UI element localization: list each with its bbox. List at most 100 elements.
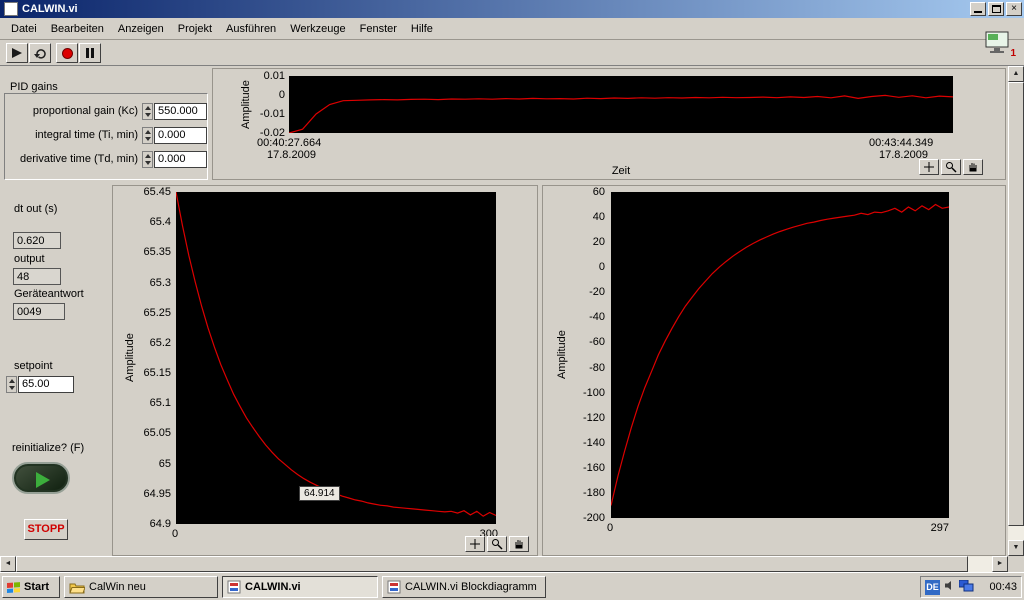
y-tick-label: -100 xyxy=(583,387,605,399)
pan-tool-button[interactable] xyxy=(963,159,983,175)
monitor-badge: 1 xyxy=(1010,48,1016,59)
pause-icon xyxy=(86,48,94,58)
graph-palette xyxy=(919,159,983,175)
strip-chart-plot[interactable] xyxy=(289,76,953,133)
windows-logo-icon xyxy=(7,581,21,593)
menu-anzeigen[interactable]: Anzeigen xyxy=(111,20,171,38)
y-tick-label: 64.95 xyxy=(143,488,171,500)
monitor-glyph xyxy=(984,31,1012,55)
crosshair-icon xyxy=(469,538,481,550)
minimize-button[interactable] xyxy=(970,2,986,16)
proportional-gain-spinner[interactable] xyxy=(142,103,153,120)
derivative-time-input[interactable]: 0.000 xyxy=(154,151,207,168)
abort-button[interactable] xyxy=(56,43,78,63)
scroll-up-button[interactable]: ▲ xyxy=(1008,66,1024,82)
reinitialize-label: reinitialize? (F) xyxy=(12,442,84,454)
y-axis-label: Amplitude xyxy=(239,76,253,133)
y-tick-label: 40 xyxy=(593,211,605,223)
output-label: output xyxy=(14,253,45,265)
volume-icon[interactable] xyxy=(944,580,955,594)
x-axis-start-timestamp: 00:40:27.664 17.8.2009 xyxy=(257,137,321,161)
y-tick-label: -20 xyxy=(589,286,605,298)
scroll-right-button[interactable]: ► xyxy=(992,556,1008,572)
labview-app-icon xyxy=(4,2,18,16)
scroll-down-button[interactable]: ▼ xyxy=(1008,540,1024,556)
y-tick-label: 0 xyxy=(279,89,285,101)
hand-icon xyxy=(967,161,979,173)
menu-projekt[interactable]: Projekt xyxy=(171,20,219,38)
device-answer-indicator: 0049 xyxy=(13,303,65,320)
run-button[interactable] xyxy=(6,43,28,63)
taskbar-item-calwin-vi[interactable]: CALWIN.vi xyxy=(222,576,378,598)
x-axis-label: Zeit xyxy=(289,165,953,177)
y-axis-ticks: 0.010-0.01-0.02 xyxy=(253,76,287,133)
y-axis-label: Amplitude xyxy=(123,192,137,524)
horizontal-scrollbar: ◄ ► xyxy=(0,556,1008,572)
front-panel: PID gains proportional gain (Kc) 550.000… xyxy=(0,66,1008,556)
proportional-gain-input[interactable]: 550.000 xyxy=(154,103,207,120)
integral-time-input[interactable]: 0.000 xyxy=(154,127,207,144)
vi-file-icon xyxy=(387,580,401,594)
monitor-indicator-icon[interactable]: 1 xyxy=(984,31,1018,59)
taskbar-item-calwin-neu[interactable]: CalWin neu xyxy=(64,576,218,598)
close-button[interactable]: × xyxy=(1006,2,1022,16)
process-value-plot[interactable] xyxy=(176,192,496,524)
setpoint-label: setpoint xyxy=(14,360,53,372)
device-response-graph-container: Amplitude 6040200-20-40-60-80-100-120-14… xyxy=(542,185,1006,556)
proportional-gain-label: proportional gain (Kc) xyxy=(5,103,138,120)
language-indicator[interactable]: DE xyxy=(925,580,940,595)
system-tray: DE 00:43 xyxy=(920,576,1022,598)
menu-werkzeuge[interactable]: Werkzeuge xyxy=(283,20,352,38)
y-tick-label: 65.35 xyxy=(143,246,171,258)
magnifier-icon xyxy=(945,161,957,173)
strip-chart-container: Amplitude 0.010-0.01-0.02 00:40:27.664 1… xyxy=(212,68,1006,180)
clock: 00:43 xyxy=(989,581,1017,593)
zoom-tool-button[interactable] xyxy=(487,536,507,552)
taskbar-item-calwin-blockdiagramm[interactable]: CALWIN.vi Blockdiagramm xyxy=(382,576,546,598)
graph-palette xyxy=(465,536,529,552)
pause-button[interactable] xyxy=(79,43,101,63)
run-continuous-button[interactable] xyxy=(29,43,51,63)
integral-time-spinner[interactable] xyxy=(142,127,153,144)
pid-gains-cluster: proportional gain (Kc) 550.000 integral … xyxy=(4,93,208,180)
cursor-tool-button[interactable] xyxy=(465,536,485,552)
scroll-left-button[interactable]: ◄ xyxy=(0,556,16,572)
setpoint-spinner[interactable] xyxy=(6,376,17,393)
plot-line xyxy=(176,192,496,524)
pan-tool-button[interactable] xyxy=(509,536,529,552)
stop-button[interactable]: STOPP xyxy=(24,519,68,540)
reinitialize-button[interactable] xyxy=(12,462,70,494)
y-tick-label: -40 xyxy=(589,311,605,323)
derivative-time-spinner[interactable] xyxy=(142,151,153,168)
reinitialize-arrow-icon xyxy=(36,472,50,488)
toolbar: ? xyxy=(0,41,1024,66)
vi-file-icon xyxy=(227,580,241,594)
x-tick-label: 297 xyxy=(919,522,949,534)
window-titlebar[interactable]: CALWIN.vi × xyxy=(0,0,1024,18)
menu-bearbeiten[interactable]: Bearbeiten xyxy=(44,20,111,38)
y-tick-label: -80 xyxy=(589,362,605,374)
start-button[interactable]: Start xyxy=(2,576,60,598)
application-window: CALWIN.vi × Datei Bearbeiten Anzeigen Pr… xyxy=(0,0,1024,600)
network-icon[interactable] xyxy=(959,580,974,595)
setpoint-input[interactable]: 65.00 xyxy=(18,376,74,393)
cursor-value-label: 64.914 xyxy=(299,486,340,501)
y-tick-label: 65.4 xyxy=(150,216,171,228)
vertical-scrollbar-thumb[interactable] xyxy=(1008,82,1024,526)
menu-ausfuehren[interactable]: Ausführen xyxy=(219,20,283,38)
y-tick-label: 65.05 xyxy=(143,427,171,439)
maximize-button[interactable] xyxy=(988,2,1004,16)
menu-hilfe[interactable]: Hilfe xyxy=(404,20,440,38)
device-response-plot[interactable] xyxy=(611,192,949,518)
y-tick-label: 65.45 xyxy=(143,186,171,198)
horizontal-scrollbar-thumb[interactable] xyxy=(16,556,968,572)
y-tick-label: 64.9 xyxy=(150,518,171,530)
zoom-tool-button[interactable] xyxy=(941,159,961,175)
run-arrow-icon xyxy=(10,47,24,59)
y-tick-label: 60 xyxy=(593,186,605,198)
cursor-tool-button[interactable] xyxy=(919,159,939,175)
menu-fenster[interactable]: Fenster xyxy=(353,20,404,38)
minimize-icon xyxy=(974,11,982,13)
y-tick-label: -160 xyxy=(583,462,605,474)
menu-datei[interactable]: Datei xyxy=(4,20,44,38)
